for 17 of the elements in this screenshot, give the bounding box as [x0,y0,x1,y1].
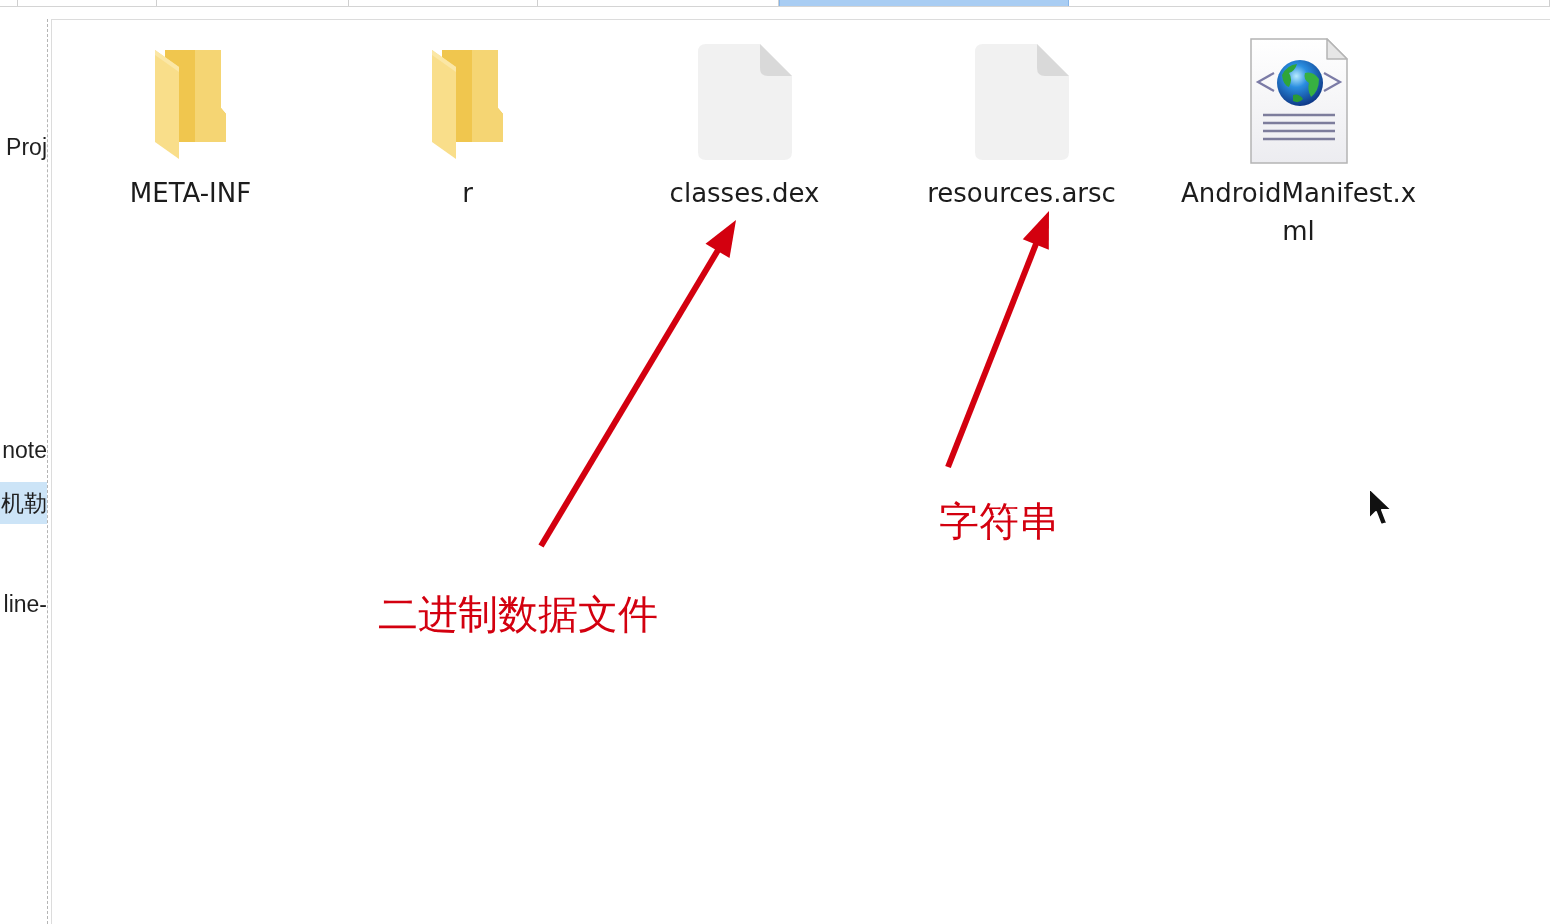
file-icon[interactable] [974,44,1069,160]
file-icon[interactable] [697,44,792,160]
sidebar-item[interactable]: line- [0,583,47,625]
annotation-label: 字符串 [939,498,1059,544]
folder-icon[interactable] [154,50,227,160]
file-name[interactable]: classes.dex [669,174,820,212]
file-name[interactable]: resources.arsc [927,174,1116,212]
sidebar-item[interactable]: note [0,429,47,471]
sidebar-item[interactable]: Proj [0,126,47,168]
globe-document-icon[interactable] [1248,37,1349,165]
file-name[interactable]: r [462,174,473,212]
file-name[interactable]: AndroidManifest.xml [1173,174,1424,250]
file-name[interactable]: META-INF [129,174,252,212]
sidebar-item[interactable]: 机勒 [0,482,47,524]
tab[interactable] [779,0,1069,6]
folder-icon[interactable] [431,50,504,160]
annotation-label: 二进制数据文件 [378,591,658,637]
